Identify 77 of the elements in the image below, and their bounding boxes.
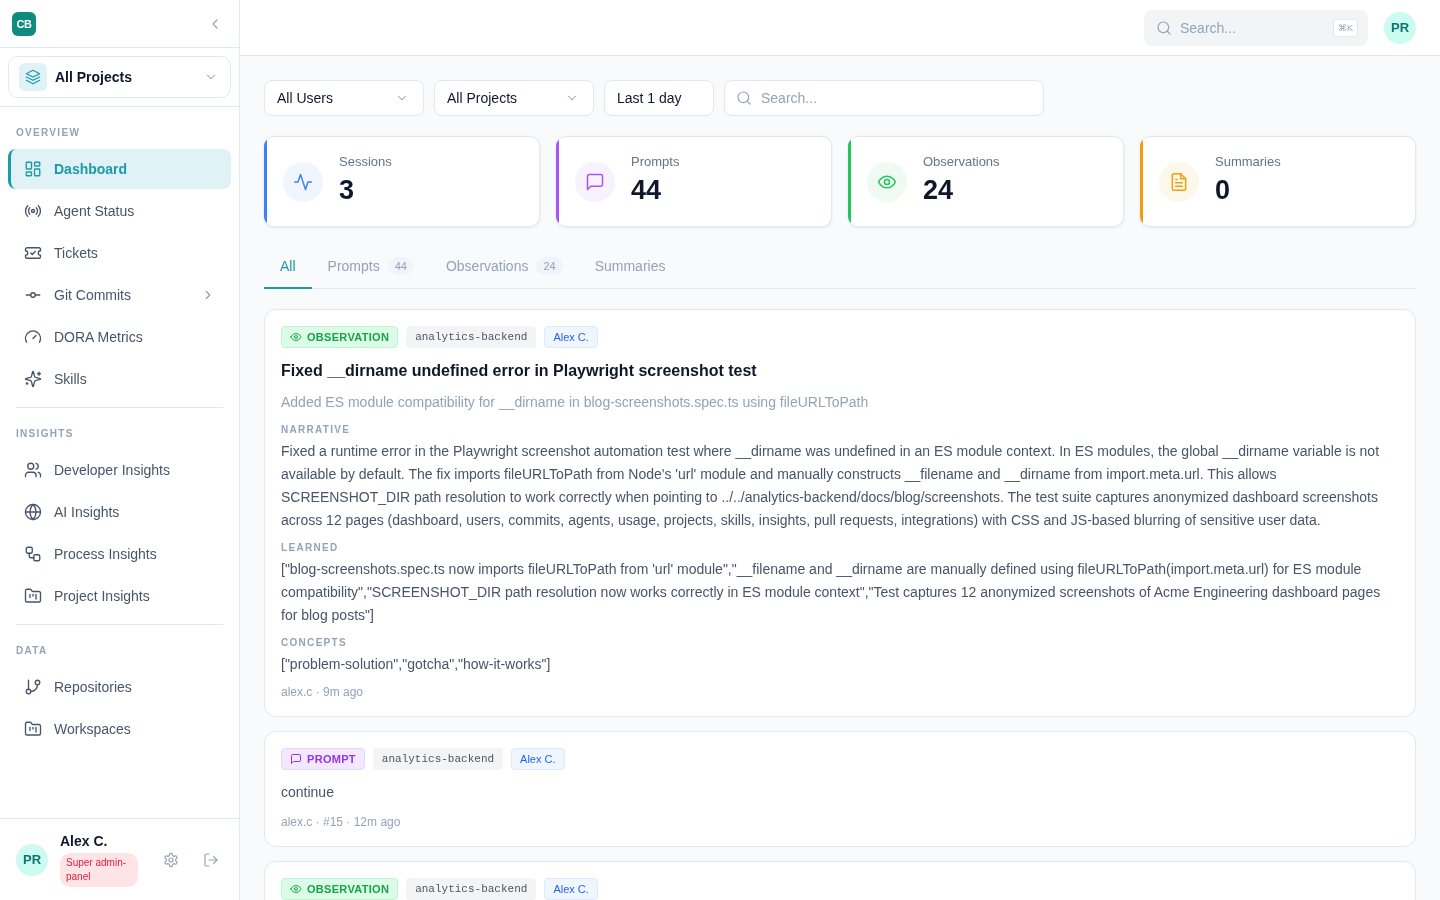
user-avatar[interactable]: PR [1384, 11, 1416, 44]
field-label: NARRATIVE [281, 423, 352, 437]
stat-value: 44 [631, 173, 663, 206]
field-label: CONCEPTS [281, 636, 348, 650]
folder-icon [24, 720, 42, 738]
nav-item[interactable]: DORA Metrics [8, 317, 231, 357]
stat-label: Summaries [1215, 153, 1281, 170]
filter-dropdown[interactable]: All Users [264, 80, 424, 116]
nav-item[interactable]: Project Insights [8, 576, 231, 616]
nav-item[interactable]: Repositories [8, 667, 231, 707]
stat-label: Observations [923, 153, 1000, 170]
globe-icon [24, 503, 42, 521]
type-label: OBSERVATION [307, 331, 390, 343]
nav-item[interactable]: Skills [8, 359, 231, 399]
pulse-icon [283, 161, 323, 202]
section-heading: DATA [15, 645, 48, 657]
search-icon [736, 90, 752, 106]
feed-summary: Added ES module compatibility for __dirname in blog-screenshots.spec.ts using fileURLToPath [281, 393, 870, 412]
nav-item[interactable]: Developer Insights [8, 450, 231, 490]
nav-item[interactable]: Workspaces [8, 709, 231, 749]
user-tag: Alex C. [544, 326, 598, 348]
nav-item[interactable]: Agent Status [8, 191, 231, 231]
type-label: OBSERVATION [307, 883, 390, 895]
eye-icon [290, 331, 302, 343]
chat-icon [575, 161, 615, 202]
document-icon [1159, 161, 1199, 202]
prompt-text: continue [281, 783, 335, 802]
feed-meta: alex.c · #15 · 12m ago [281, 814, 402, 830]
user-tag: Alex C. [511, 748, 565, 770]
ticket-icon [24, 244, 42, 262]
grid-icon [24, 160, 42, 178]
eye-icon [867, 161, 907, 202]
nav-item[interactable]: Git Commits [8, 275, 231, 315]
role-tag: Super admin-panel [60, 852, 138, 887]
tab-count: 24 [536, 257, 563, 275]
stat-value: 0 [1215, 173, 1232, 206]
logout-icon [203, 851, 219, 868]
user-name: Alex C. [60, 832, 108, 849]
project-selector[interactable]: All Projects [8, 56, 231, 98]
user-avatar: PR [16, 843, 48, 876]
feed-meta: alex.c · 9m ago [281, 684, 365, 700]
workflow-icon [24, 545, 42, 563]
search-icon [1156, 19, 1172, 36]
nav-item[interactable]: AI Insights [8, 492, 231, 532]
layers-icon [19, 63, 47, 91]
stat-value: 24 [923, 173, 955, 206]
user-tag: Alex C. [544, 878, 598, 900]
tab-count: 44 [387, 257, 414, 275]
filter-dropdown[interactable]: All Projects [434, 80, 594, 116]
type-label: PROMPT [307, 753, 356, 765]
stat-value: 3 [339, 173, 356, 206]
app-logo[interactable]: CB [12, 11, 36, 36]
sparkles-icon [24, 370, 42, 388]
section-heading: INSIGHTS [15, 428, 74, 440]
branch-icon [24, 678, 42, 696]
field-text: ["problem-solution","gotcha","how-it-works"] [281, 655, 552, 674]
project-tag: analytics-backend [372, 748, 504, 770]
nav-item[interactable]: Tickets [8, 233, 231, 273]
stat-label: Prompts [631, 153, 680, 170]
project-tag: analytics-backend [406, 326, 537, 348]
gauge-icon [24, 328, 42, 346]
search-field[interactable]: Search... [724, 80, 1044, 116]
field-label: LEARNED [281, 541, 340, 555]
section-heading: OVERVIEW [15, 127, 81, 139]
project-tag: analytics-backend [406, 878, 537, 900]
chat-icon [290, 753, 302, 765]
users-icon [24, 461, 42, 479]
date-range-button[interactable]: Last 1 day [604, 80, 714, 116]
eye-icon [290, 883, 302, 895]
nav-item[interactable]: Process Insights [8, 534, 231, 574]
field-text: ["blog-screenshots.spec.ts now imports fileURLToPath from 'url' module","__filename and __dirname are manually defined using fileURLToPath(import.meta.url) for ES module compatibility","SCREENSHOT_DIR path resolution now works correctly in ES module context","Test captures 12 anonymized screenshots of Acme Engineering dashboard pages for blog posts"] [281, 560, 1382, 625]
settings-icon [163, 851, 179, 868]
broadcast-icon [24, 202, 42, 220]
folder-icon [24, 587, 42, 605]
field-text: Fixed a runtime error in the Playwright screenshot automation test where __dirname was undefined in an ES module context. In ES modules, the global __dirname variable is not available by default. The fix imports fileURLToPath from Node's 'url' module and manually constructs __filename and __dirname from import.meta.url. This allows SCREENSHOT_DIR path resolution to work correctly when pointing to ../../analytics-backend/docs/blog/screenshots. The test suite captures anonymized dashboard screenshots across 12 pages (dashboard, users, commits, agents, usage, projects, skills, insights, pull requests, integrations) with CSS and JS-based blurring of sensitive user data. [281, 442, 1381, 530]
stat-label: Sessions [339, 153, 392, 170]
feed-title: Fixed __dirname undefined error in Playwright screenshot test [281, 361, 758, 381]
